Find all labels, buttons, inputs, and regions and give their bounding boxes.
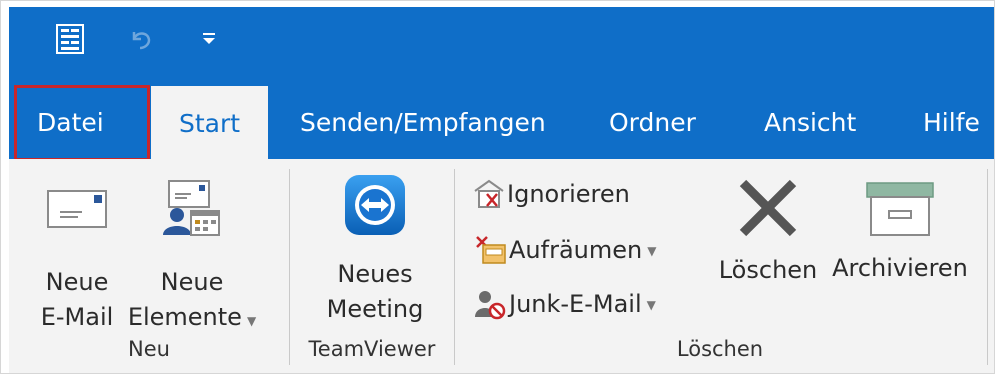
customize-qat-icon[interactable] (195, 21, 223, 57)
new-items-label-1: Neue (160, 268, 224, 296)
new-items-label-2: Elemente ▼ (127, 303, 257, 331)
teamviewer-icon (345, 175, 405, 235)
ignore-label: Ignorieren (507, 180, 630, 208)
new-email-icon (47, 190, 107, 228)
ribbon-body: Neue E-Mail Neue Elemente ▼ Neu Neues Me… (9, 159, 994, 373)
tab-hilfe[interactable]: Hilfe (923, 86, 980, 159)
chevron-down-icon: ▼ (647, 244, 657, 258)
tab-start[interactable]: Start (151, 86, 269, 161)
ignore-button[interactable]: Ignorieren (473, 179, 630, 209)
undo-icon[interactable] (124, 21, 158, 57)
cleanup-label: Aufräumen (509, 236, 643, 264)
group-label-neu: Neu (128, 337, 170, 361)
outlook-window: Datei Start Senden/Empfangen Ordner Ansi… (0, 0, 995, 374)
tab-ansicht[interactable]: Ansicht (764, 86, 856, 159)
group-separator (289, 169, 290, 365)
junk-label: Junk-E-Mail (509, 290, 642, 318)
delete-button[interactable]: Löschen (713, 177, 823, 288)
new-meeting-label-2: Meeting (326, 295, 424, 323)
new-email-button[interactable]: Neue E-Mail (27, 181, 127, 335)
new-items-icon (163, 180, 220, 236)
junk-button[interactable]: Junk-E-Mail ▼ (473, 287, 656, 321)
group-separator (987, 169, 988, 365)
delete-label: Löschen (718, 256, 818, 284)
junk-icon (475, 291, 506, 320)
new-meeting-button[interactable]: Neues Meeting (305, 173, 445, 327)
group-label-loeschen: Löschen (676, 337, 764, 361)
quick-access-toolbar (9, 7, 994, 86)
archive-icon (866, 182, 934, 236)
ribbon-tabs: Datei Start Senden/Empfangen Ordner Ansi… (9, 86, 994, 161)
group-label-teamviewer: TeamViewer (308, 337, 436, 361)
archive-button[interactable]: Archivieren (825, 179, 975, 286)
chevron-down-icon: ▼ (246, 314, 257, 328)
new-meeting-label-1: Neues (337, 260, 413, 288)
tab-senden-empfangen[interactable]: Senden/Empfangen (300, 86, 546, 159)
new-email-label-2: E-Mail (40, 303, 114, 331)
quick-steps-icon[interactable] (53, 21, 87, 57)
new-items-button[interactable]: Neue Elemente ▼ (127, 177, 257, 339)
ignore-icon (474, 179, 504, 208)
new-email-label-1: Neue (45, 268, 109, 296)
delete-icon (739, 179, 797, 237)
chevron-down-icon: ▼ (646, 298, 656, 312)
cleanup-button[interactable]: Aufräumen ▼ (473, 233, 656, 267)
cleanup-icon (476, 236, 506, 264)
group-separator (454, 169, 455, 365)
datei-highlight-box (14, 85, 150, 161)
tab-ordner[interactable]: Ordner (609, 86, 696, 159)
archive-label: Archivieren (832, 254, 968, 282)
